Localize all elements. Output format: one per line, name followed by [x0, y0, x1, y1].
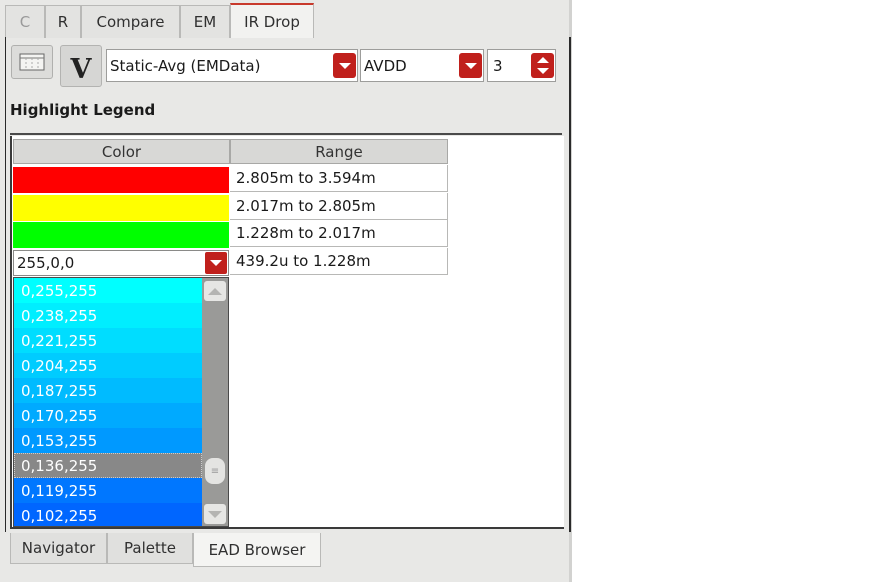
color-editor-value: 255,0,0 [17, 254, 75, 272]
dropdown-option[interactable]: 0,119,255 [14, 478, 202, 503]
column-header-range[interactable]: Range [230, 139, 448, 164]
scroll-up-icon[interactable] [204, 281, 226, 301]
chevron-down-icon[interactable] [205, 252, 227, 274]
levels-spinbox[interactable]: 3 [487, 49, 556, 82]
v-toggle-button[interactable]: V [60, 45, 102, 87]
net-select[interactable]: AVDD [360, 49, 484, 82]
tab-compare[interactable]: Compare [81, 5, 180, 38]
range-cell[interactable]: 2.805m to 3.594m [230, 165, 448, 192]
tab-navigator[interactable]: Navigator [10, 533, 107, 564]
tab-ir-drop[interactable]: IR Drop [230, 3, 314, 38]
range-cell[interactable]: 2.017m to 2.805m [230, 193, 448, 220]
dropdown-option[interactable]: 0,153,255 [14, 428, 202, 453]
color-swatch-red[interactable] [13, 167, 229, 193]
tab-r[interactable]: R [45, 5, 81, 38]
net-select-value: AVDD [364, 56, 407, 75]
tab-c[interactable]: C [5, 5, 45, 38]
tab-ead-browser[interactable]: EAD Browser [193, 533, 321, 567]
tab-palette[interactable]: Palette [107, 533, 193, 564]
range-cell[interactable]: 1.228m to 2.017m [230, 220, 448, 247]
dropdown-option[interactable]: 0,204,255 [14, 353, 202, 378]
dropdown-option[interactable]: 0,170,255 [14, 403, 202, 428]
dropdown-option[interactable]: 0,102,255 [14, 503, 202, 526]
column-header-color[interactable]: Color [13, 139, 230, 164]
legend-divider [10, 133, 562, 135]
color-swatch-yellow[interactable] [13, 195, 229, 221]
scrollbar-thumb[interactable]: ≡ [205, 458, 225, 484]
dropdown-option[interactable]: 0,221,255 [14, 328, 202, 353]
range-cell[interactable]: 439.2u to 1.228m [230, 248, 448, 275]
dropdown-option[interactable]: 0,238,255 [14, 303, 202, 328]
color-editor-select[interactable]: 255,0,0 [13, 250, 229, 276]
chevron-down-icon[interactable] [333, 53, 356, 78]
dropdown-option[interactable]: 0,255,255 [14, 278, 202, 303]
legend-title: Highlight Legend [10, 101, 156, 119]
mode-select-value: Static-Avg (EMData) [110, 56, 261, 75]
scroll-down-icon[interactable] [204, 504, 226, 524]
dropdown-option-highlighted[interactable]: 0,136,255 [14, 453, 202, 478]
dropdown-scrollbar[interactable]: ≡ [202, 278, 228, 526]
dropdown-option[interactable]: 0,187,255 [14, 378, 202, 403]
chevron-down-icon[interactable] [459, 53, 482, 78]
view-settings-button[interactable] [11, 45, 53, 79]
color-swatch-green[interactable] [13, 222, 229, 248]
tab-em[interactable]: EM [180, 5, 230, 38]
grid-settings-icon [19, 53, 45, 71]
levels-value: 3 [493, 56, 503, 75]
spin-arrows-icon[interactable] [531, 53, 554, 78]
color-dropdown-list[interactable]: 0,255,255 0,238,255 0,221,255 0,204,255 … [13, 277, 229, 527]
mode-select[interactable]: Static-Avg (EMData) [106, 49, 358, 82]
